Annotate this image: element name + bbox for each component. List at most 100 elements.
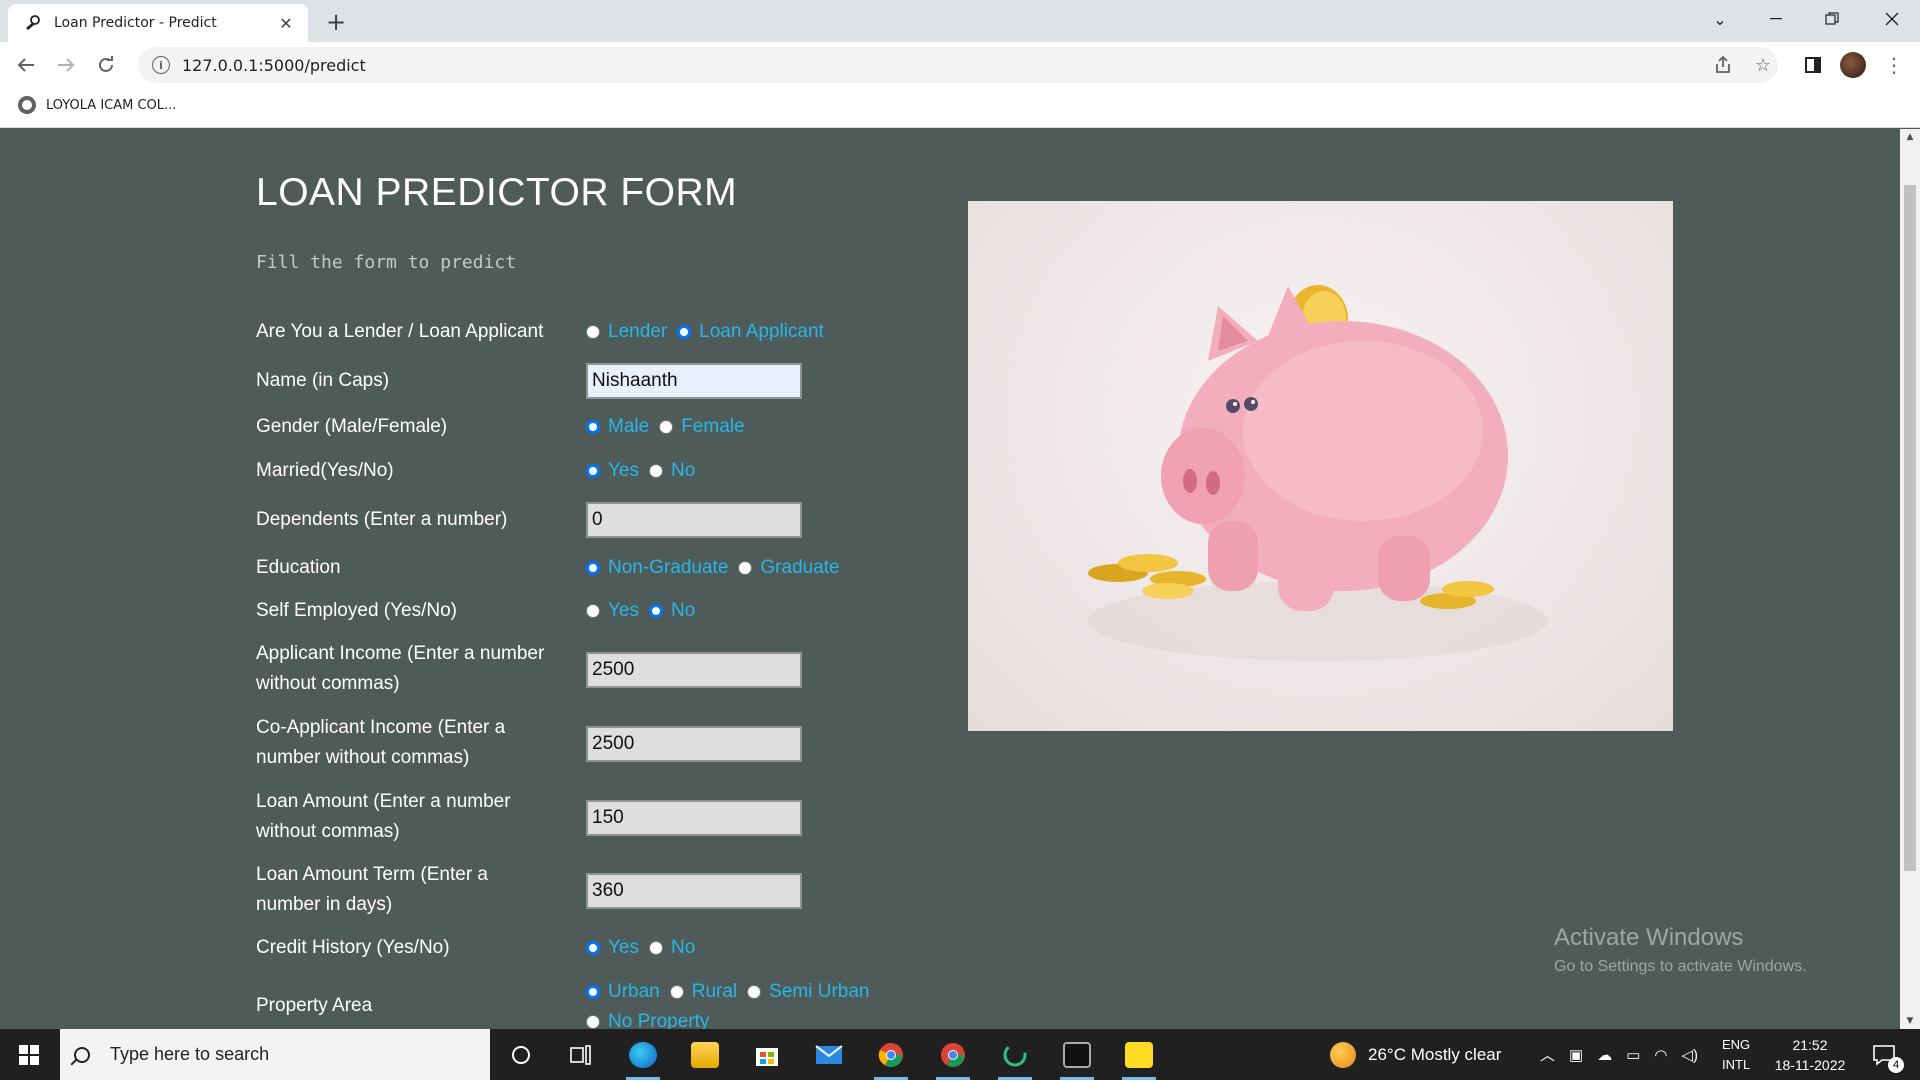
forward-icon[interactable] xyxy=(50,49,82,81)
onedrive-icon[interactable]: ☁ xyxy=(1597,1046,1612,1064)
bookmark-item[interactable]: LOYOLA ICAM COL... xyxy=(18,96,176,114)
name-input[interactable]: Nishaanth xyxy=(586,363,802,399)
radio-urban[interactable]: Urban xyxy=(586,981,660,1003)
back-icon[interactable] xyxy=(10,49,42,81)
radio-self-employed-no[interactable]: No xyxy=(649,600,695,622)
search-placeholder: Type here to search xyxy=(110,1044,270,1064)
weather-text: 26°C Mostly clear xyxy=(1368,1044,1502,1064)
loan-amount-input[interactable]: 150 xyxy=(586,800,802,836)
browser-menu-icon[interactable]: ⋮ xyxy=(1882,50,1906,80)
clock-time: 21:52 xyxy=(1792,1036,1828,1053)
radio-credit-yes[interactable]: Yes xyxy=(586,937,639,959)
coapplicant-income-input[interactable]: 2500 xyxy=(586,726,802,762)
radio-male[interactable]: Male xyxy=(586,416,649,438)
radio-self-employed-yes[interactable]: Yes xyxy=(586,600,639,622)
meet-now-icon[interactable]: ▣ xyxy=(1569,1046,1583,1064)
tray-chevron-icon[interactable]: ︿ xyxy=(1540,1044,1555,1065)
self-employed-row: Self Employed (Yes/No) Yes No xyxy=(256,596,916,626)
chrome-icon[interactable] xyxy=(866,1029,916,1080)
bookmark-label: LOYOLA ICAM COL... xyxy=(46,97,177,113)
notification-count: 4 xyxy=(1888,1057,1904,1073)
side-panel-icon[interactable] xyxy=(1797,49,1829,81)
applicant-income-row: Applicant Income (Enter a number without… xyxy=(256,639,916,699)
wifi-icon[interactable]: ◠ xyxy=(1654,1046,1667,1064)
bookmarks-bar: LOYOLA ICAM COL... xyxy=(0,88,1920,128)
taskbar-search[interactable]: Type here to search xyxy=(60,1029,490,1080)
close-window-icon[interactable] xyxy=(1864,0,1920,38)
radio-credit-no[interactable]: No xyxy=(649,937,695,959)
minimize-icon[interactable] xyxy=(1748,0,1804,38)
new-tab-button[interactable]: + xyxy=(322,8,350,36)
edge-icon[interactable] xyxy=(618,1029,668,1080)
clock-date: 18-11-2022 xyxy=(1774,1056,1846,1073)
tab-search-icon[interactable]: ⌄ xyxy=(1692,0,1748,38)
share-icon[interactable] xyxy=(1707,49,1739,81)
self-employed-label: Self Employed (Yes/No) xyxy=(256,600,458,621)
lang-line1: ENG xyxy=(1722,1036,1751,1052)
property-area-row: Property Area Urban Rural Semi Urban No … xyxy=(256,977,916,1029)
bookmark-star-icon[interactable]: ☆ xyxy=(1747,49,1779,81)
loan-amount-label: Loan Amount (Enter a number without comm… xyxy=(256,791,511,842)
tab-title: Loan Predictor - Predict xyxy=(54,15,217,31)
applicant-income-input[interactable]: 2500 xyxy=(586,652,802,688)
scroll-down-icon[interactable]: ▼ xyxy=(1900,1013,1920,1029)
tab-favicon-icon xyxy=(24,14,42,32)
loading-app-icon[interactable] xyxy=(990,1029,1040,1080)
coapplicant-income-label: Co-Applicant Income (Enter a number with… xyxy=(256,717,506,768)
loan-term-row: Loan Amount Term (Enter a number in days… xyxy=(256,860,916,920)
credit-history-row: Credit History (Yes/No) Yes No xyxy=(256,933,916,963)
coapplicant-income-row: Co-Applicant Income (Enter a number with… xyxy=(256,713,916,773)
terminal-icon[interactable] xyxy=(1052,1029,1102,1080)
store-icon[interactable] xyxy=(742,1029,792,1080)
sticky-notes-icon[interactable] xyxy=(1114,1029,1164,1080)
tab-close-icon[interactable]: ✕ xyxy=(276,13,296,33)
radio-no-property[interactable]: No Property xyxy=(586,1011,709,1029)
battery-icon[interactable]: ▭ xyxy=(1626,1046,1640,1064)
taskbar: Type here to search 26°C Mostly clear ︿ … xyxy=(0,1029,1920,1080)
scrollbar-thumb[interactable] xyxy=(1904,185,1916,871)
search-icon xyxy=(74,1046,90,1063)
gender-label: Gender (Male/Female) xyxy=(256,416,448,437)
browser-toolbar: i 127.0.0.1:5000/predict ☆ xyxy=(0,42,1920,88)
radio-graduate[interactable]: Graduate xyxy=(738,557,840,579)
radio-female[interactable]: Female xyxy=(659,416,745,438)
file-explorer-icon[interactable] xyxy=(680,1029,730,1080)
dependents-input[interactable]: 0 xyxy=(586,502,802,538)
windows-logo-icon xyxy=(19,1044,39,1065)
address-bar[interactable]: i 127.0.0.1:5000/predict xyxy=(138,47,1778,83)
radio-non-graduate[interactable]: Non-Graduate xyxy=(586,557,728,579)
radio-married-yes[interactable]: Yes xyxy=(586,460,639,482)
radio-married-no[interactable]: No xyxy=(649,460,695,482)
profile-avatar[interactable] xyxy=(1840,52,1866,78)
restore-icon[interactable] xyxy=(1804,0,1860,38)
weather-widget[interactable]: 26°C Mostly clear xyxy=(1330,1029,1501,1080)
site-info-icon[interactable]: i xyxy=(152,56,170,74)
scroll-up-icon[interactable]: ▲ xyxy=(1900,129,1920,145)
radio-rural[interactable]: Rural xyxy=(669,981,737,1003)
mail-icon[interactable] xyxy=(804,1029,854,1080)
married-label: Married(Yes/No) xyxy=(256,460,394,481)
page-scrollbar[interactable]: ▲ ▼ xyxy=(1900,129,1920,1029)
education-label: Education xyxy=(256,557,341,578)
name-row: Name (in Caps) Nishaanth xyxy=(256,363,916,399)
loan-term-input[interactable]: 360 xyxy=(586,873,802,909)
radio-semi-urban[interactable]: Semi Urban xyxy=(747,981,869,1003)
volume-icon[interactable]: ◁) xyxy=(1681,1046,1698,1064)
property-area-label: Property Area xyxy=(256,995,373,1016)
credit-history-label: Credit History (Yes/No) xyxy=(256,937,450,958)
lang-line2: INTL xyxy=(1722,1056,1751,1072)
name-label: Name (in Caps) xyxy=(256,370,390,391)
clock[interactable]: 21:52 18-11-2022 xyxy=(1770,1029,1850,1080)
cortana-icon[interactable] xyxy=(496,1029,546,1080)
role-row: Are You a Lender / Loan Applicant Lender… xyxy=(256,317,916,347)
language-indicator[interactable]: ENG INTL xyxy=(1722,1029,1750,1080)
reload-icon[interactable] xyxy=(90,49,122,81)
task-view-icon[interactable] xyxy=(556,1029,606,1080)
chrome-profile-icon[interactable] xyxy=(928,1029,978,1080)
notifications-button[interactable]: 4 xyxy=(1866,1029,1904,1080)
start-button[interactable] xyxy=(0,1029,58,1080)
loan-amount-row: Loan Amount (Enter a number without comm… xyxy=(256,787,916,847)
radio-lender[interactable]: Lender xyxy=(586,321,667,343)
browser-tab[interactable]: Loan Predictor - Predict ✕ xyxy=(8,4,308,42)
radio-loan-applicant[interactable]: Loan Applicant xyxy=(677,321,824,343)
